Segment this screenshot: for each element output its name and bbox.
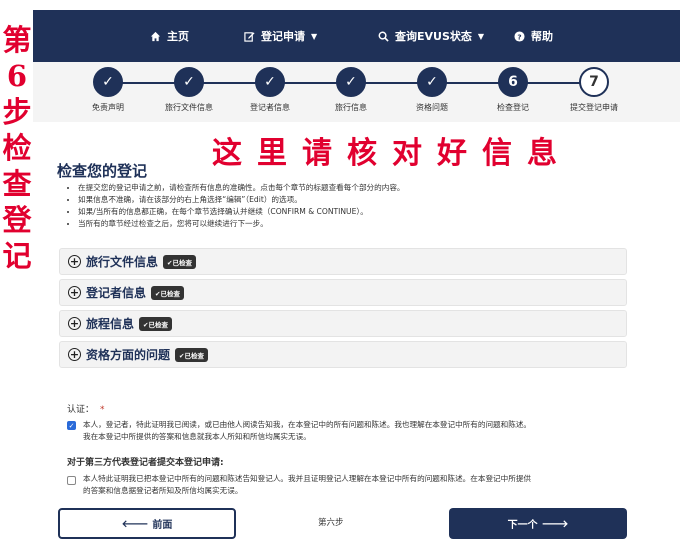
nav-registration[interactable]: 登记申请 ▼ xyxy=(244,10,317,62)
step-review: 6 检查登记 xyxy=(473,67,553,113)
checked-badge: ✔已检查 xyxy=(163,254,196,269)
step-circle: ✓ xyxy=(93,67,123,97)
section-registrant[interactable]: + 登记者信息 ✔已检查 xyxy=(59,279,627,306)
third-party-checkbox[interactable] xyxy=(67,476,76,485)
section-title: 资格方面的问题 xyxy=(86,348,171,362)
arrow-left-icon: 🡐 xyxy=(121,518,149,530)
step-circle: ✓ xyxy=(336,67,366,97)
plus-circle-icon: + xyxy=(68,348,81,361)
step-label: 资格问题 xyxy=(416,103,448,112)
home-icon xyxy=(150,31,161,42)
progress-stepper: ✓ 免责声明 ✓ 旅行文件信息 ✓ 登记者信息 ✓ 旅行信息 ✓ 资格问题 6 … xyxy=(33,62,680,122)
third-party-line: 本人特此证明我已把本登记中所有的问题和陈述告知登记人。我并且证明登记人理解在本登… xyxy=(83,474,532,483)
side-char: 步 xyxy=(2,95,32,129)
step-registrant[interactable]: ✓ 登记者信息 xyxy=(230,67,310,113)
top-navbar: 主页 登记申请 ▼ 查询EVUS状态 ▼ ? 帮助 xyxy=(33,10,680,62)
instruction-item: 如果/当所有的信息都正确，在每个章节选择确认并继续（CONFIRM & CONT… xyxy=(78,206,405,218)
side-char: 登 xyxy=(2,203,32,237)
search-icon xyxy=(378,31,389,42)
checked-badge: ✔已检查 xyxy=(151,285,184,300)
step-travel-document[interactable]: ✓ 旅行文件信息 xyxy=(149,67,229,113)
nav-registration-label: 登记申请 xyxy=(261,30,305,43)
step-eligibility[interactable]: ✓ 资格问题 xyxy=(392,67,472,113)
nav-home[interactable]: 主页 xyxy=(150,10,189,62)
previous-button-label: 前面 xyxy=(152,520,173,531)
section-eligibility[interactable]: + 资格方面的问题 ✔已检查 xyxy=(59,341,627,368)
step-circle: 6 xyxy=(498,67,528,97)
nav-status[interactable]: 查询EVUS状态 ▼ xyxy=(378,10,484,62)
page-title: 检查您的登记 xyxy=(57,162,148,180)
step-label: 提交登记申请 xyxy=(570,103,618,112)
nav-home-label: 主页 xyxy=(167,30,189,43)
step-circle: 7 xyxy=(579,67,609,97)
next-button-label: 下一个 xyxy=(507,520,538,531)
instruction-list: 在提交您的登记申请之前，请检查所有信息的准确性。点击每个章节的标题查看每个部分的… xyxy=(68,182,405,230)
plus-circle-icon: + xyxy=(68,255,81,268)
svg-text:?: ? xyxy=(517,32,521,41)
third-party-line: 的答案和信息据登记者所知及所信均属实无误。 xyxy=(83,486,243,495)
side-char: 查 xyxy=(2,167,32,201)
plus-circle-icon: + xyxy=(68,286,81,299)
required-mark: * xyxy=(100,405,105,415)
nav-help[interactable]: ? 帮助 xyxy=(514,10,553,62)
section-title: 旅行文件信息 xyxy=(86,255,159,269)
step-circle: ✓ xyxy=(255,67,285,97)
certification-label-text: 认证： xyxy=(67,405,95,415)
step-travel-info[interactable]: ✓ 旅行信息 xyxy=(311,67,391,113)
third-party-text: 本人特此证明我已把本登记中所有的问题和陈述告知登记人。我并且证明登记人理解在本登… xyxy=(83,473,583,497)
section-title: 旅程信息 xyxy=(86,317,135,331)
section-title: 登记者信息 xyxy=(86,286,147,300)
step-circle: ✓ xyxy=(417,67,447,97)
banner-annotation: 这里请核对好信息 xyxy=(212,136,572,171)
side-char: 6 xyxy=(6,59,28,93)
section-travel-document[interactable]: + 旅行文件信息 ✔已检查 xyxy=(59,248,627,275)
instruction-item: 当所有的章节经过检查之后，您将可以继续进行下一步。 xyxy=(78,218,405,230)
step-label: 检查登记 xyxy=(497,103,529,112)
self-certify-text: 本人，登记者，特此证明我已阅读，或已由他人阅读告知我，在本登记中的所有问题和陈述… xyxy=(83,419,583,443)
section-trip[interactable]: + 旅程信息 ✔已检查 xyxy=(59,310,627,337)
step-circle: ✓ xyxy=(174,67,204,97)
arrow-right-icon: 🡒 xyxy=(541,518,569,530)
step-label: 旅行信息 xyxy=(335,103,367,112)
certification-label: 认证： * xyxy=(67,402,105,415)
step-label: 登记者信息 xyxy=(250,103,290,112)
nav-status-label: 查询EVUS状态 xyxy=(395,30,472,43)
step-indicator: 第六步 xyxy=(318,518,344,528)
help-icon: ? xyxy=(514,30,525,42)
side-char: 检 xyxy=(2,131,32,165)
side-char: 第 xyxy=(2,23,32,57)
checked-badge: ✔已检查 xyxy=(139,316,172,331)
step-disclaimer[interactable]: ✓ 免责声明 xyxy=(68,67,148,113)
chevron-down-icon: ▼ xyxy=(477,31,485,41)
checked-badge: ✔已检查 xyxy=(175,347,208,362)
next-button[interactable]: 下一个 🡒 xyxy=(449,508,627,539)
step-label: 免责声明 xyxy=(92,103,124,112)
nav-help-label: 帮助 xyxy=(531,30,553,43)
side-char: 记 xyxy=(2,239,32,273)
plus-circle-icon: + xyxy=(68,317,81,330)
instruction-item: 如果信息不准确，请在该部分的右上角选择“编辑”（Edit）的选项。 xyxy=(78,194,405,206)
side-annotation: 第 6 步 检 查 登 记 xyxy=(0,22,34,274)
edit-icon xyxy=(244,31,255,42)
step-submit: 7 提交登记申请 xyxy=(554,67,634,113)
chevron-down-icon: ▼ xyxy=(311,31,318,41)
self-certify-line: 我在本登记中所提供的答案和信息就我本人所知和所信均属实无误。 xyxy=(83,432,311,441)
third-party-label: 对于第三方代表登记者提交本登记申请: xyxy=(67,458,224,468)
previous-button[interactable]: 🡐 前面 xyxy=(58,508,236,539)
self-certify-checkbox[interactable]: ✓ xyxy=(67,421,76,430)
instruction-item: 在提交您的登记申请之前，请检查所有信息的准确性。点击每个章节的标题查看每个部分的… xyxy=(78,182,405,194)
step-label: 旅行文件信息 xyxy=(165,103,213,112)
self-certify-line: 本人，登记者，特此证明我已阅读，或已由他人阅读告知我，在本登记中的所有问题和陈述… xyxy=(83,420,532,429)
